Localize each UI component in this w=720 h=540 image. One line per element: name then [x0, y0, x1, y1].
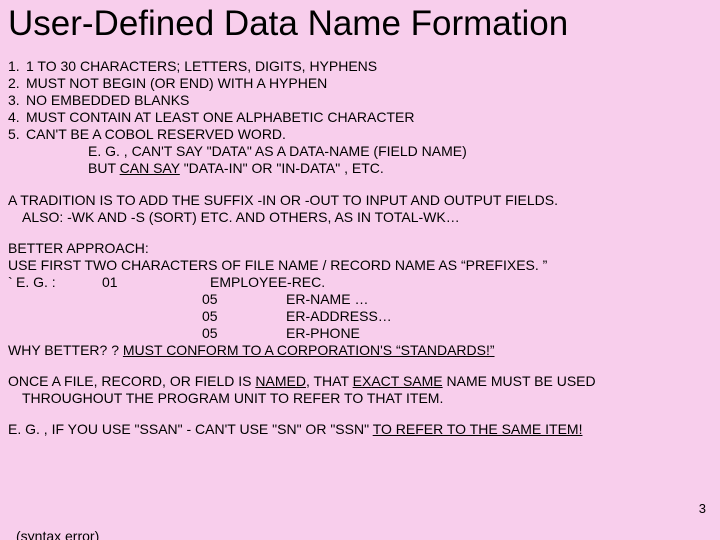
text: WHY BETTER? ?	[8, 342, 123, 358]
spacer	[8, 291, 202, 308]
text-line: ONCE A FILE, RECORD, OR FIELD IS NAMED, …	[8, 373, 712, 390]
rule-text: MUST CONTAIN AT LEAST ONE ALPHABETIC CHA…	[26, 109, 414, 126]
text: BUT	[88, 160, 120, 176]
rule-text: MUST NOT BEGIN (OR END) WITH A HYPHEN	[26, 75, 327, 92]
example-level: 05	[202, 308, 286, 325]
example-field: ER-PHONE	[286, 325, 360, 342]
example-level: 05	[202, 325, 286, 342]
text: ONCE A FILE, RECORD, OR FIELD IS	[8, 373, 255, 389]
cutoff-text: (syntax error)	[16, 528, 99, 540]
text-line: BETTER APPROACH:	[8, 240, 712, 257]
underlined-text: EXACT SAME	[353, 373, 443, 389]
underlined-text: TO REFER TO THE SAME ITEM!	[373, 421, 583, 437]
text-line: USE FIRST TWO CHARACTERS OF FILE NAME / …	[8, 257, 712, 274]
paragraph-example-ssan: E. G. , IF YOU USE "SSAN" - CAN'T USE "S…	[8, 421, 712, 438]
example-level: 05	[202, 291, 286, 308]
rules-list: 1. 1 TO 30 CHARACTERS; LETTERS, DIGITS, …	[8, 58, 712, 178]
paragraph-better: BETTER APPROACH: USE FIRST TWO CHARACTER…	[8, 240, 712, 360]
rule-number: 3.	[8, 92, 26, 109]
paragraph-tradition: A TRADITION IS TO ADD THE SUFFIX -IN OR …	[8, 192, 712, 226]
underlined-text: MUST CONFORM TO A CORPORATION'S “STANDAR…	[123, 342, 495, 358]
slide-title: User-Defined Data Name Formation	[8, 4, 712, 44]
rule-item: 5. CAN'T BE A COBOL RESERVED WORD.	[8, 126, 712, 143]
text: "DATA-IN" OR "IN-DATA" , ETC.	[180, 160, 384, 176]
text-line: A TRADITION IS TO ADD THE SUFFIX -IN OR …	[8, 192, 712, 209]
slide-body: 1. 1 TO 30 CHARACTERS; LETTERS, DIGITS, …	[8, 58, 712, 438]
rule-item: 4. MUST CONTAIN AT LEAST ONE ALPHABETIC …	[8, 109, 712, 126]
rule-text: NO EMBEDDED BLANKS	[26, 92, 189, 109]
rule-item: 3. NO EMBEDDED BLANKS	[8, 92, 712, 109]
spacer	[8, 325, 202, 342]
rule-number: 5.	[8, 126, 26, 143]
rule-number: 4.	[8, 109, 26, 126]
rule-item: 1. 1 TO 30 CHARACTERS; LETTERS, DIGITS, …	[8, 58, 712, 75]
rule-number: 1.	[8, 58, 26, 75]
rule-text: 1 TO 30 CHARACTERS; LETTERS, DIGITS, HYP…	[26, 58, 377, 75]
text: NAME MUST BE USED	[443, 373, 596, 389]
example-label: E. G. :	[16, 274, 102, 291]
underlined-text: CAN SAY	[120, 160, 180, 176]
example-row: ` E. G. : 01 EMPLOYEE-REC.	[8, 274, 712, 291]
rule-item: 2. MUST NOT BEGIN (OR END) WITH A HYPHEN	[8, 75, 712, 92]
rule-subtext: E. G. , CAN'T SAY "DATA" AS A DATA-NAME …	[8, 143, 712, 160]
example-level: 01	[102, 274, 210, 291]
text: E. G. , IF YOU USE "SSAN" - CAN'T USE "S…	[8, 421, 373, 437]
example-row: 05 ER-PHONE	[8, 325, 712, 342]
paragraph-once-named: ONCE A FILE, RECORD, OR FIELD IS NAMED, …	[8, 373, 712, 407]
text-line: ALSO: -WK AND -S (SORT) ETC. AND OTHERS,…	[8, 209, 712, 226]
text-line: THROUGHOUT THE PROGRAM UNIT TO REFER TO …	[8, 390, 712, 407]
rule-text: CAN'T BE A COBOL RESERVED WORD.	[26, 126, 286, 143]
rule-subtext: BUT CAN SAY "DATA-IN" OR "IN-DATA" , ETC…	[8, 160, 712, 177]
spacer: `	[8, 274, 16, 291]
rule-number: 2.	[8, 75, 26, 92]
example-field: ER-ADDRESS…	[286, 308, 392, 325]
example-field: EMPLOYEE-REC.	[210, 274, 325, 291]
slide-container: User-Defined Data Name Formation 1. 1 TO…	[0, 0, 720, 540]
spacer	[8, 308, 202, 325]
underlined-text: NAMED	[255, 373, 306, 389]
slide-number: 3	[699, 501, 706, 516]
text-line: WHY BETTER? ? MUST CONFORM TO A CORPORAT…	[8, 342, 712, 359]
example-row: 05 ER-ADDRESS…	[8, 308, 712, 325]
example-field: ER-NAME …	[286, 291, 368, 308]
text: , THAT	[306, 373, 353, 389]
example-row: 05 ER-NAME …	[8, 291, 712, 308]
